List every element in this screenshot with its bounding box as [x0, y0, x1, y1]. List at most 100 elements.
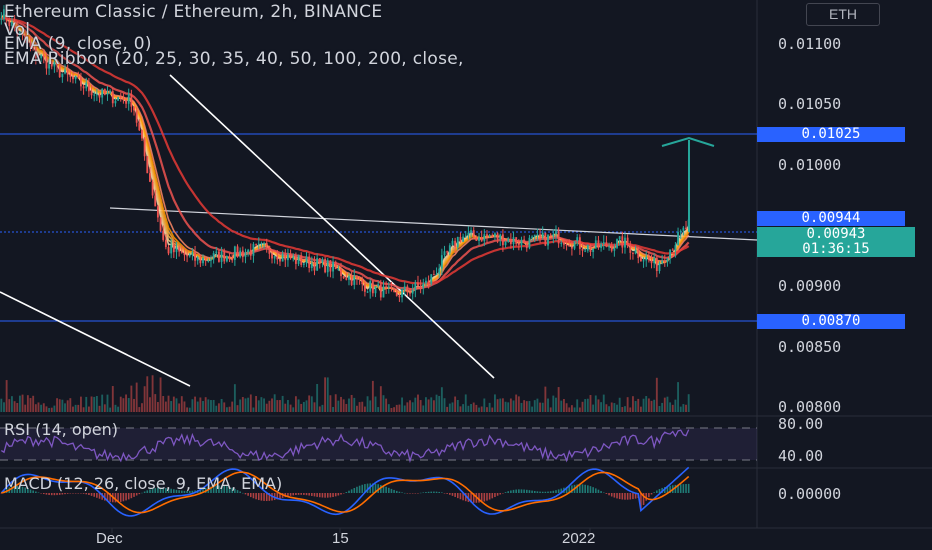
macd-histogram-bar — [459, 493, 462, 500]
volume-bar — [427, 399, 430, 412]
candle-body — [241, 250, 244, 258]
volume-bar — [199, 397, 202, 412]
volume-bar — [467, 405, 470, 412]
volume-bar — [13, 401, 16, 412]
candle-body — [162, 230, 165, 240]
candle-body — [409, 292, 411, 294]
macd-histogram-bar — [419, 492, 422, 494]
volume-bar — [207, 399, 210, 412]
macd-histogram-bar — [597, 489, 600, 493]
macd-histogram-bar — [316, 493, 318, 497]
volume-bar — [265, 403, 268, 412]
candle-body — [677, 232, 679, 246]
volume-bar — [621, 407, 624, 412]
volume-bar — [552, 395, 555, 412]
macd-histogram-bar — [587, 485, 589, 493]
volume-bar — [164, 401, 167, 412]
volume-bar — [231, 401, 234, 412]
macd-histogram-bar — [292, 493, 295, 496]
target-price-label[interactable]: 0.01025 — [757, 127, 905, 142]
candle-body — [239, 250, 242, 257]
macd-histogram-bar — [589, 486, 592, 493]
macd-histogram-bar — [342, 493, 345, 494]
volume-bar — [204, 397, 207, 412]
macd-histogram-bar — [345, 492, 348, 493]
resistance-price-label[interactable]: 0.00944 — [757, 211, 905, 226]
symbol-badge[interactable]: ETH — [806, 3, 880, 26]
macd-histogram-bar — [125, 493, 127, 501]
time-tick-2022: 2022 — [562, 530, 596, 547]
candle-body — [488, 235, 491, 237]
macd-histogram-bar — [422, 492, 425, 493]
volume-bar — [393, 407, 396, 412]
volume-bar — [196, 401, 199, 412]
candle-body — [626, 237, 629, 246]
volume-bar — [210, 400, 212, 412]
candle-body — [658, 262, 661, 271]
volume-bar — [488, 402, 491, 412]
volume-bar — [613, 403, 616, 412]
candle-body — [578, 237, 581, 249]
chart-canvas[interactable] — [0, 0, 932, 550]
candle-body — [143, 138, 146, 157]
macd-histogram-bar — [555, 490, 557, 493]
candle-body — [382, 286, 385, 298]
volume-bar — [3, 402, 5, 412]
volume-bar — [666, 396, 669, 412]
candle-body — [528, 237, 531, 249]
volume-bar — [525, 401, 528, 412]
macd-histogram-bar — [502, 493, 504, 494]
volume-bar — [66, 400, 69, 412]
macd-histogram-bar — [456, 493, 459, 499]
chart-title-legend[interactable]: Ethereum Classic / Ethereum, 2h, BINANCE — [4, 2, 382, 22]
price-tick: 0.00800 — [778, 398, 842, 416]
candle-body — [515, 237, 518, 244]
volume-bar — [438, 395, 441, 412]
candle-body — [403, 286, 406, 290]
candle-body — [276, 256, 279, 260]
candle-body — [74, 75, 77, 80]
candle-body — [459, 237, 462, 242]
price-tick: 0.01000 — [778, 156, 842, 174]
price-tick: 0.00900 — [778, 277, 842, 295]
macd-histogram-bar — [305, 493, 308, 496]
macd-histogram-bar — [491, 493, 494, 499]
volume-bar — [101, 394, 104, 412]
volume-bar — [382, 395, 385, 412]
candle-body — [390, 286, 393, 289]
macd-histogram-bar — [549, 491, 552, 493]
macd-histogram-bar — [56, 493, 58, 496]
ema-ribbon-legend[interactable]: EMA Ribbon (20, 25, 30, 35, 40, 50, 100,… — [4, 49, 464, 69]
volume-bar — [178, 403, 181, 412]
volume-bar — [387, 404, 390, 412]
volume-bar — [536, 398, 539, 412]
time-tick-dec: Dec — [96, 530, 123, 547]
candle-body — [565, 244, 568, 246]
macd-histogram-bar — [531, 490, 533, 493]
candle-body — [371, 281, 374, 294]
candle-body — [247, 249, 250, 253]
current-price-label: 0.00943 — [806, 226, 866, 242]
support-price-label[interactable]: 0.00870 — [757, 314, 905, 329]
macd-pane-label[interactable]: MACD (12, 26, close, 9, EMA, EMA) — [4, 474, 282, 493]
macd-histogram-bar — [395, 490, 398, 493]
macd-histogram-bar — [592, 487, 594, 493]
macd-histogram-bar — [255, 493, 257, 500]
candle-body — [172, 244, 175, 253]
volume-bar — [581, 401, 584, 412]
candle-body — [178, 247, 181, 252]
candle-body — [326, 260, 329, 273]
volume-bar — [568, 407, 571, 412]
candle-body — [451, 240, 454, 246]
macd-histogram-bar — [510, 490, 512, 493]
current-price-box[interactable]: 0.00943 01:36:15 — [757, 227, 915, 257]
volume-bar — [106, 394, 109, 412]
macd-histogram-bar — [96, 493, 98, 498]
candle-body — [422, 283, 425, 289]
macd-histogram-bar — [653, 492, 655, 493]
candle-body — [507, 238, 510, 242]
volume-bar — [560, 400, 563, 412]
macd-histogram-bar — [435, 491, 438, 493]
rsi-pane-label[interactable]: RSI (14, open) — [4, 420, 118, 439]
candle-body — [125, 100, 127, 104]
